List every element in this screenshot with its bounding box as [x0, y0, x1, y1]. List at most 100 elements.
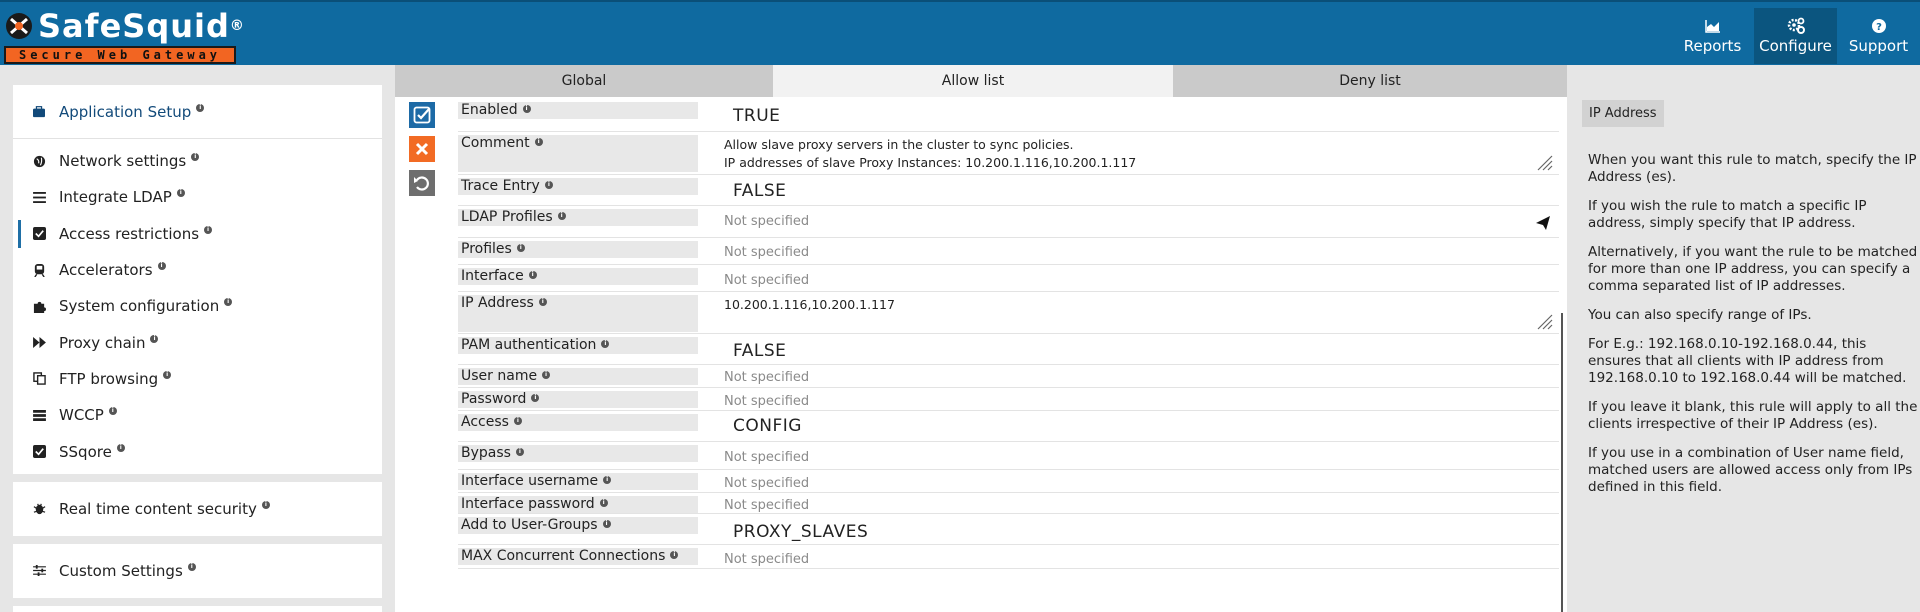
info-icon: i	[522, 105, 531, 113]
field-label: Add to User-Groups i	[458, 517, 698, 534]
close-icon	[415, 142, 429, 156]
delete-button[interactable]	[409, 136, 435, 162]
sliders-icon	[29, 563, 49, 579]
field-value: Not specified	[724, 476, 810, 491]
field-value: Not specified	[724, 273, 810, 288]
field-value: TRUE	[733, 106, 781, 126]
ip-address-textarea[interactable]: 10.200.1.116,10.200.1.117	[724, 297, 895, 312]
info-icon: i	[204, 225, 213, 234]
field-enabled[interactable]: Enabled i TRUE	[458, 99, 1559, 132]
field-value: Not specified	[724, 245, 810, 260]
gears-icon	[1787, 17, 1805, 34]
field-label: IP Address i	[458, 295, 698, 332]
field-user-name[interactable]: User name i Not specified	[458, 365, 1559, 388]
undo-button[interactable]	[409, 170, 435, 196]
sidebar-header-real-time-content-security[interactable]: Real time content security i	[13, 481, 382, 536]
info-icon: i	[603, 476, 612, 484]
sidebar-item-system-configuration[interactable]: System configuration i	[13, 288, 382, 324]
question-circle-icon: ?	[1871, 19, 1886, 33]
briefcase-icon	[29, 104, 49, 120]
sidebar-item-integrate-ldap[interactable]: Integrate LDAP i	[13, 179, 382, 215]
field-label: Access i	[458, 414, 698, 431]
sidebar-item-label: FTP browsing	[59, 369, 159, 388]
scrollbar[interactable]	[1561, 313, 1563, 612]
top-header: SafeSquid® Secure Web Gateway Reports Co…	[0, 0, 1920, 65]
sidebar-item-accelerators[interactable]: Accelerators i	[13, 252, 382, 288]
sidebar-item-wccp[interactable]: WCCP i	[13, 397, 382, 433]
field-ip-address[interactable]: IP Address i 10.200.1.116,10.200.1.117	[458, 292, 1559, 334]
puzzle-icon	[29, 298, 49, 314]
info-icon: i	[542, 371, 551, 379]
sidebar-item-access-restrictions[interactable]: Access restrictions i	[13, 216, 382, 252]
tab-allow-list[interactable]: Allow list	[773, 65, 1173, 97]
field-interface-password[interactable]: Interface password i Not specified	[458, 493, 1559, 514]
field-label: Password i	[458, 391, 698, 408]
field-ldap-profiles[interactable]: LDAP Profiles i Not specified	[458, 206, 1559, 238]
field-label: MAX Concurrent Connections i	[458, 548, 698, 565]
sidebar-item-proxy-chain[interactable]: Proxy chain i	[13, 324, 382, 360]
send-icon[interactable]	[1535, 215, 1551, 231]
sidebar-item-label: Integrate LDAP	[59, 188, 172, 207]
nav-reports-button[interactable]: Reports	[1671, 8, 1754, 64]
field-bypass[interactable]: Bypass i Not specified	[458, 442, 1559, 470]
field-label: User name i	[458, 368, 698, 385]
safesquid-logo[interactable]: SafeSquid® Secure Web Gateway	[4, 8, 244, 64]
info-icon: i	[176, 189, 185, 198]
sidebar-header-label: Real time content security	[59, 499, 257, 518]
field-trace-entry[interactable]: Trace Entry i FALSE	[458, 175, 1559, 206]
info-icon: i	[191, 153, 200, 162]
tab-global[interactable]: Global	[395, 65, 773, 97]
sidebar-item-ssqore[interactable]: SSqore i	[13, 433, 382, 469]
field-label: Interface password i	[458, 496, 698, 513]
field-password[interactable]: Password i Not specified	[458, 388, 1559, 411]
bug-icon	[29, 501, 49, 517]
field-value: Not specified	[724, 214, 810, 229]
info-icon: i	[602, 520, 611, 528]
field-value: Not specified	[724, 450, 810, 465]
squid-logo-icon	[6, 13, 32, 39]
sidebar-item-network-settings[interactable]: Network settings i	[13, 143, 382, 179]
sidebar-header-application-setup[interactable]: Application Setup i	[13, 85, 382, 139]
field-add-to-user-groups[interactable]: Add to User-Groups i PROXY_SLAVES	[458, 514, 1559, 545]
field-max-concurrent-connections[interactable]: MAX Concurrent Connections i Not specifie…	[458, 545, 1559, 569]
help-paragraph: Alternatively, if you want the rule to b…	[1588, 244, 1918, 294]
resize-handle-icon[interactable]	[1537, 314, 1553, 330]
info-icon: i	[516, 244, 525, 252]
field-label: Interface username i	[458, 473, 698, 490]
comment-textarea[interactable]: Allow slave proxy servers in the cluster…	[724, 136, 1136, 172]
save-button[interactable]	[409, 102, 435, 128]
info-icon: i	[513, 417, 522, 425]
field-value: FALSE	[733, 341, 787, 361]
field-interface-username[interactable]: Interface username i Not specified	[458, 470, 1559, 493]
sidebar-item-ftp-browsing[interactable]: FTP browsing i	[13, 361, 382, 397]
globe-icon	[29, 153, 49, 169]
sidebar-item-label: SSqore	[59, 442, 112, 461]
field-label: Enabled i	[458, 102, 698, 119]
resize-handle-icon[interactable]	[1537, 155, 1553, 171]
area-chart-icon	[1704, 20, 1720, 33]
info-icon: i	[163, 370, 172, 379]
sidebar-item-label: Accelerators	[59, 261, 153, 280]
field-comment[interactable]: Comment i Allow slave proxy servers in th…	[458, 132, 1559, 175]
tab-deny-list[interactable]: Deny list	[1173, 65, 1567, 97]
sidebar-item-label: Proxy chain	[59, 333, 146, 352]
field-pam-authentication[interactable]: PAM authentication i FALSE	[458, 334, 1559, 365]
nav-support-button[interactable]: ? Support	[1837, 8, 1920, 64]
field-value: Not specified	[724, 394, 810, 409]
help-text: When you want this rule to match, specif…	[1588, 152, 1918, 508]
info-icon: i	[534, 138, 543, 146]
list-icon	[29, 189, 49, 205]
field-label: LDAP Profiles i	[458, 209, 698, 226]
help-title: IP Address	[1582, 100, 1664, 127]
sidebar-header-custom-settings[interactable]: Custom Settings i	[13, 543, 382, 598]
check-square-icon	[413, 106, 431, 124]
sidebar-item-label: Network settings	[59, 152, 187, 171]
field-value: PROXY_SLAVES	[733, 522, 869, 542]
sidebar-item-label: System configuration	[59, 297, 220, 316]
nav-configure-button[interactable]: Configure	[1754, 8, 1837, 64]
field-profiles[interactable]: Profiles i Not specified	[458, 238, 1559, 265]
field-access[interactable]: Access i CONFIG	[458, 411, 1559, 442]
field-label: Profiles i	[458, 241, 698, 258]
help-panel: IP Address When you want this rule to ma…	[1580, 65, 1920, 612]
field-interface[interactable]: Interface i Not specified	[458, 265, 1559, 292]
